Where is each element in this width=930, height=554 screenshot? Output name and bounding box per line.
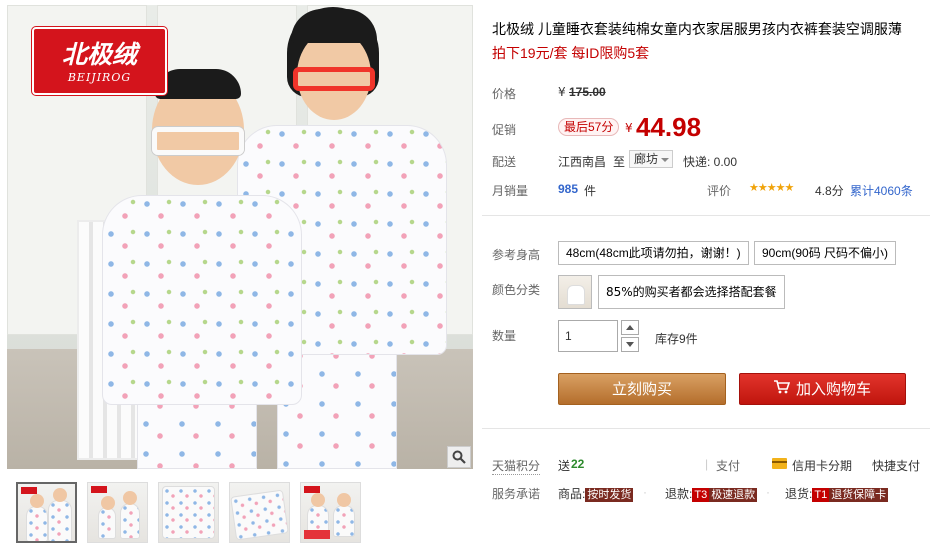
stock-count: 库存9件 <box>655 332 698 346</box>
points-prefix: 送 <box>558 459 571 473</box>
product-subtitle: 拍下19元/套 每ID限购5套 <box>492 45 650 61</box>
boy-hair <box>155 69 241 99</box>
divider <box>482 215 930 216</box>
quantity-label: 数量 <box>492 329 517 343</box>
mini-logo <box>21 487 37 494</box>
yen-symbol: ¥ <box>558 85 566 99</box>
refund-label: 退款: <box>665 487 693 501</box>
divider <box>482 428 930 429</box>
service-promise-label: 服务承诺 <box>492 487 541 501</box>
thumb-fabric <box>162 486 215 539</box>
goods-label: 商品: <box>558 487 586 501</box>
white-glasses <box>152 127 244 155</box>
on-time-delivery-badge[interactable]: 按时发货 <box>585 488 634 502</box>
color-option-thumbnail[interactable] <box>558 275 592 309</box>
tmall-points-label[interactable]: 天猫积分 <box>492 457 541 475</box>
divider-bar: | <box>705 457 709 471</box>
monthly-sales-count: 985 <box>558 182 579 196</box>
thumb-figure <box>48 500 72 541</box>
thumb-figure <box>98 507 116 539</box>
height-option-48cm[interactable]: 48cm(48cm此项请勿拍，谢谢！) <box>558 241 749 265</box>
review-count-link[interactable]: 累计4060条 <box>850 182 913 199</box>
price-label: 价格 <box>492 87 517 101</box>
ship-to-dropdown[interactable]: 廊坊 <box>629 150 673 168</box>
add-to-cart-label: 加入购物车 <box>795 381 871 398</box>
boy-pajama-top <box>102 195 302 405</box>
ship-to-word: 至 <box>613 155 626 169</box>
color-option[interactable]: 85%的购买者都会选择搭配套餐 <box>558 275 785 309</box>
thumbnail-5[interactable] <box>300 482 361 543</box>
ship-to-value: 廊坊 <box>634 152 659 166</box>
thumbnail-1[interactable] <box>16 482 77 543</box>
thumb-figure <box>120 503 140 539</box>
thumb-fabric <box>230 489 289 541</box>
buy-now-button[interactable]: 立刻购买 <box>558 373 726 405</box>
refund-level-badge: T3 <box>692 488 710 502</box>
credit-card-icon <box>772 458 787 472</box>
chevron-up-icon <box>626 325 634 330</box>
thumb-head <box>30 494 44 508</box>
thumbnail-3[interactable] <box>158 482 219 543</box>
fast-refund-badge[interactable]: 极速退款 <box>709 488 758 502</box>
promo-countdown-badge: 最后57分 <box>558 118 620 136</box>
promo-price: 44.98 <box>636 112 702 142</box>
brand-logo-cn: 北极绒 <box>61 40 137 69</box>
payment-label: 支付 <box>716 459 741 473</box>
thumb-head <box>101 496 115 510</box>
promo-label: 促销 <box>492 123 517 137</box>
thumb-head <box>311 493 325 507</box>
color-option-label[interactable]: 85%的购买者都会选择搭配套餐 <box>598 275 785 309</box>
service-return: 退货: T1 退货保障卡 <box>785 485 889 502</box>
ship-from: 江西南昌 <box>558 155 607 169</box>
add-to-cart-button[interactable]: 加入购物车 <box>739 373 906 405</box>
rating-score: 4.8分 <box>815 184 844 198</box>
thumb-head <box>123 491 137 505</box>
chevron-down-icon <box>661 158 669 162</box>
brand-logo: 北极绒 BEIJIROG <box>32 27 167 95</box>
thumb-figure <box>567 285 585 305</box>
thumbnail-2[interactable] <box>87 482 148 543</box>
rating-label: 评价 <box>707 184 732 198</box>
monthly-sales-label: 月销量 <box>492 184 529 198</box>
magnifier-icon <box>452 450 466 464</box>
points-value: 22 <box>571 457 585 471</box>
quick-pay[interactable]: 快捷支付 <box>872 457 920 474</box>
dot-separator: · <box>766 485 770 499</box>
service-goods: 商品: 按时发货 <box>558 485 634 502</box>
yen-symbol: ¥ <box>625 121 633 135</box>
girl-bangs <box>291 9 377 43</box>
quantity-input[interactable]: 1 <box>558 320 618 352</box>
promo-banner <box>304 530 330 539</box>
zoom-icon[interactable] <box>447 446 471 468</box>
thumb-figure <box>333 505 355 537</box>
rating-stars-icon: ★★★★★ <box>749 181 794 194</box>
return-guarantee-badge[interactable]: 退货保障卡 <box>829 488 889 502</box>
thumbnail-4[interactable] <box>229 482 290 543</box>
height-label: 参考身高 <box>492 248 541 262</box>
mini-logo <box>91 486 107 493</box>
chevron-down-icon <box>626 342 634 347</box>
return-label: 退货: <box>785 487 813 501</box>
product-title: 北极绒 儿童睡衣套装纯棉女童内衣家居服男孩内衣裤套装空调服薄 <box>492 21 902 37</box>
boy-model <box>97 65 317 469</box>
color-label: 颜色分类 <box>492 283 541 297</box>
height-option-90cm[interactable]: 90cm(90码 尺码不偏小) <box>754 241 897 265</box>
thumb-head <box>53 488 67 502</box>
dot-separator: · <box>643 485 647 499</box>
service-refund: 退款: T3 极速退款 <box>665 485 758 502</box>
brand-logo-en: BEIJIROG <box>67 71 132 84</box>
mini-logo <box>304 486 320 493</box>
quantity-increase-button[interactable] <box>621 320 639 335</box>
original-price: 175.00 <box>569 85 606 99</box>
main-product-image[interactable]: 北极绒 BEIJIROG <box>7 5 473 469</box>
monthly-sales-unit: 件 <box>584 184 597 198</box>
cart-icon <box>773 374 791 406</box>
shipping-label: 配送 <box>492 155 517 169</box>
credit-installment[interactable]: 信用卡分期 <box>792 457 852 474</box>
quantity-decrease-button[interactable] <box>621 337 639 352</box>
thumb-head <box>337 493 351 507</box>
shipping-fee: 快递: 0.00 <box>683 155 738 169</box>
return-level-badge: T1 <box>812 488 830 502</box>
thumb-figure <box>26 506 48 541</box>
